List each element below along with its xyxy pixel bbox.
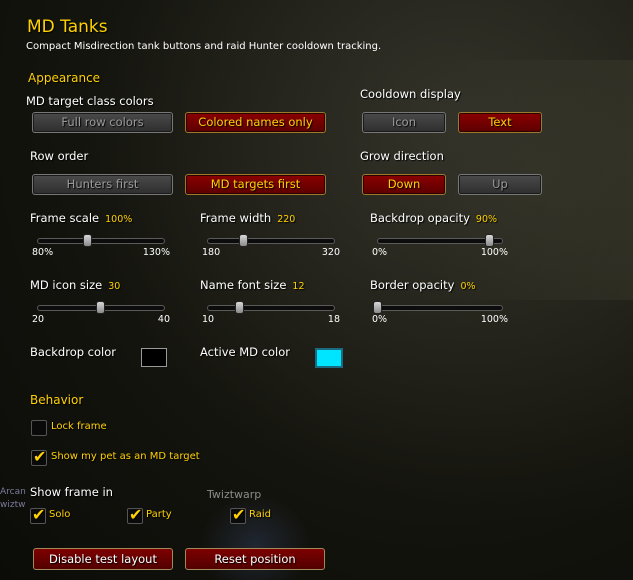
border-opacity-label: Border opacity 0%: [370, 278, 476, 292]
active-md-color-swatch[interactable]: [315, 348, 343, 368]
raid-checkbox[interactable]: ✔: [230, 505, 246, 524]
name-font-size-min: 10: [202, 314, 215, 325]
check-icon: ✔: [33, 447, 47, 466]
hunters-first-button[interactable]: Hunters first: [32, 174, 173, 195]
md-icon-size-thumb[interactable]: [97, 302, 104, 313]
frame-width-value: 220: [277, 214, 296, 225]
frame-width-thumb[interactable]: [239, 235, 247, 246]
frame-width-slider[interactable]: 180 320: [202, 232, 340, 262]
check-icon: ✔: [232, 505, 246, 524]
backdrop-opacity-label: Backdrop opacity 90%: [370, 211, 498, 225]
lock-frame-label: Lock frame: [51, 421, 107, 432]
grow-up-button[interactable]: Up: [458, 174, 542, 195]
frame-scale-slider[interactable]: 80% 130%: [32, 232, 170, 262]
md-icon-size-slider[interactable]: 20 40: [32, 299, 170, 329]
show-frame-heading: Show frame in: [30, 485, 113, 499]
party-checkbox[interactable]: ✔: [127, 505, 143, 524]
backdrop-color-label: Backdrop color: [30, 345, 117, 359]
frame-scale-max: 130%: [142, 247, 170, 258]
show-pet-label: Show my pet as an MD target: [51, 451, 200, 462]
backdrop-opacity-thumb[interactable]: [485, 235, 493, 246]
border-opacity-value: 0%: [460, 281, 476, 292]
frame-scale-thumb[interactable]: [84, 235, 92, 246]
name-font-size-thumb[interactable]: [235, 302, 243, 313]
border-opacity-min: 0%: [372, 314, 388, 325]
md-icon-size-max: 40: [157, 314, 170, 325]
disable-test-layout-button[interactable]: Disable test layout: [33, 548, 173, 570]
solo-checkbox[interactable]: ✔: [30, 505, 46, 524]
solo-label: Solo: [49, 509, 71, 520]
bg-unit-name-2: Arcan: [0, 487, 26, 497]
full-row-colors-button[interactable]: Full row colors: [32, 112, 173, 133]
active-md-color-label: Active MD color: [200, 345, 290, 359]
md-targets-first-button[interactable]: MD targets first: [185, 174, 326, 195]
raid-label: Raid: [249, 509, 271, 520]
show-pet-checkbox[interactable]: ✔: [31, 447, 47, 466]
md-icon-size-min: 20: [32, 314, 45, 325]
border-opacity-max: 100%: [480, 314, 508, 325]
name-font-size-label: Name font size 12: [200, 278, 305, 292]
frame-scale-min: 80%: [32, 247, 54, 258]
page-subtitle: Compact Misdirection tank buttons and ra…: [26, 41, 382, 52]
colored-names-only-button[interactable]: Colored names only: [185, 112, 326, 133]
lock-frame-checkbox[interactable]: ✔: [31, 420, 47, 436]
check-icon: ✔: [129, 505, 143, 524]
name-font-size-max: 18: [327, 314, 340, 325]
grow-direction-label: Grow direction: [360, 149, 444, 163]
frame-width-label: Frame width 220: [200, 211, 296, 225]
backdrop-color-swatch[interactable]: [141, 348, 167, 367]
reset-position-button[interactable]: Reset position: [185, 548, 325, 570]
row-order-label: Row order: [30, 149, 89, 163]
backdrop-opacity-min: 0%: [372, 247, 388, 258]
behavior-heading: Behavior: [30, 393, 84, 407]
backdrop-opacity-value: 90%: [475, 214, 498, 225]
border-opacity-slider[interactable]: 0% 100%: [372, 299, 508, 329]
md-icon-size-value: 30: [108, 281, 121, 292]
cooldown-display-label: Cooldown display: [360, 87, 461, 101]
cooldown-icon-button[interactable]: Icon: [362, 112, 446, 133]
check-icon: ✔: [32, 505, 46, 524]
grow-down-button[interactable]: Down: [362, 174, 446, 195]
frame-scale-value: 100%: [105, 214, 133, 225]
bg-unit-name: Twiztwarp: [207, 488, 262, 501]
name-font-size-value: 12: [292, 281, 305, 292]
name-font-size-slider[interactable]: 10 18: [202, 299, 340, 329]
bg-unit-name-3: wiztw: [0, 500, 26, 510]
md-icon-size-label: MD icon size 30: [30, 278, 121, 292]
backdrop-opacity-max: 100%: [480, 247, 508, 258]
frame-scale-label: Frame scale 100%: [30, 211, 133, 225]
appearance-heading: Appearance: [28, 71, 101, 85]
frame-width-max: 320: [321, 247, 340, 258]
class-colors-label: MD target class colors: [26, 94, 154, 108]
page-title: MD Tanks: [27, 17, 108, 37]
frame-width-min: 180: [202, 247, 221, 258]
backdrop-opacity-slider[interactable]: 0% 100%: [372, 232, 508, 262]
cooldown-text-button[interactable]: Text: [458, 112, 542, 133]
party-label: Party: [146, 509, 172, 520]
border-opacity-thumb[interactable]: [374, 302, 381, 313]
